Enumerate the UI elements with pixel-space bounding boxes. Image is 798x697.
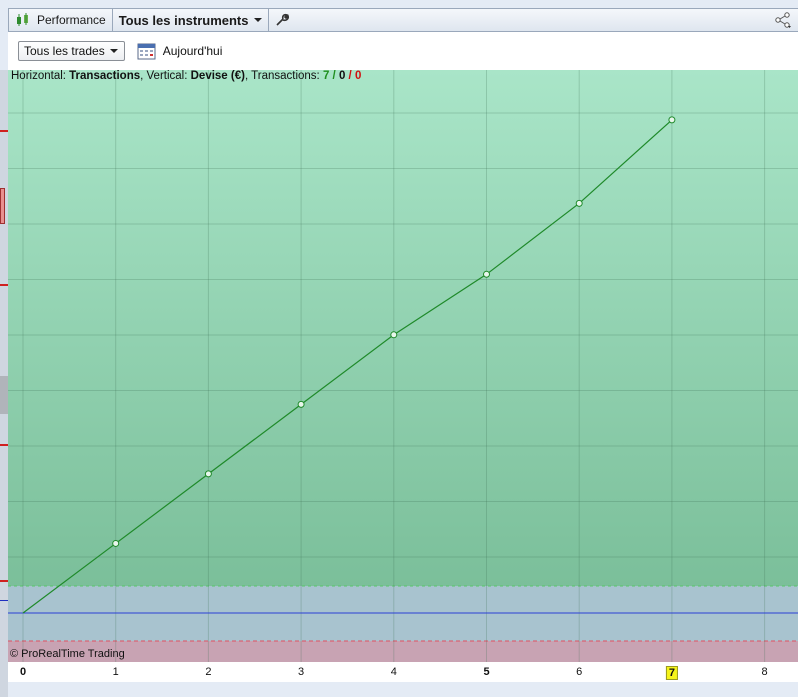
horizontal-prefix: Horizontal: xyxy=(11,70,70,82)
trades-filter-label: Tous les trades xyxy=(24,44,105,58)
chevron-down-icon xyxy=(253,18,262,22)
x-tick-label: 0 xyxy=(19,666,27,678)
data-point[interactable] xyxy=(483,270,490,278)
x-tick-label: 8 xyxy=(761,666,768,678)
red-level-line xyxy=(0,284,8,286)
vertical-value: Devise (€) xyxy=(190,70,245,82)
chart-header: Horizontal: Transactions, Vertical: Devi… xyxy=(11,70,361,82)
candlestick-icon xyxy=(17,13,28,26)
x-axis: 0 1 2 3 4 5 6 7 8 xyxy=(8,662,798,682)
data-point[interactable] xyxy=(204,470,212,478)
red-level-line xyxy=(0,580,8,582)
transactions-prefix: , Transactions: xyxy=(244,70,323,82)
separator: / xyxy=(329,70,339,82)
vertical-prefix: , Vertical: xyxy=(140,70,191,82)
horizontal-value: Transactions xyxy=(69,70,141,82)
transactions-count-loss: 0 xyxy=(354,70,362,82)
x-tick-label: 4 xyxy=(390,666,397,678)
x-tick-label: 2 xyxy=(205,666,212,678)
red-level-line xyxy=(0,130,8,132)
data-point[interactable] xyxy=(297,400,305,408)
x-tick-label: 1 xyxy=(112,666,119,678)
data-point[interactable] xyxy=(112,539,120,547)
today-label: Aujourd'hui xyxy=(162,44,223,58)
x-tick-label: 3 xyxy=(298,666,305,678)
equity-chart: Horizontal: Transactions, Vertical: Devi… xyxy=(8,70,798,662)
x-tick-label: 6 xyxy=(576,666,583,678)
settings-button[interactable] xyxy=(269,9,295,31)
loss-zone xyxy=(8,641,798,662)
top-toolbar: Performance Tous les instruments xyxy=(8,8,798,32)
performance-tab[interactable]: Performance xyxy=(9,9,113,31)
calendar-icon xyxy=(137,43,156,60)
copyright-label: © ProRealTime Trading xyxy=(10,648,125,660)
performance-label: Performance xyxy=(37,13,106,27)
gray-zone xyxy=(0,376,8,414)
instruments-dropdown[interactable]: Tous les instruments xyxy=(113,9,269,31)
today-button[interactable]: Aujourd'hui xyxy=(137,42,223,60)
blue-level-line xyxy=(0,600,8,601)
trades-filter-dropdown[interactable]: Tous les trades xyxy=(18,41,125,61)
candlestick xyxy=(0,188,5,224)
chevron-down-icon xyxy=(109,49,118,53)
x-tick-label: 7 xyxy=(665,666,678,680)
data-point[interactable] xyxy=(668,116,676,124)
data-point[interactable] xyxy=(575,199,583,207)
wrench-icon xyxy=(275,13,289,26)
share-icon xyxy=(775,12,791,28)
x-tick-label: 5 xyxy=(483,666,490,678)
red-level-line xyxy=(0,444,8,446)
instruments-label: Tous les instruments xyxy=(118,12,249,28)
profit-zone xyxy=(8,70,798,586)
filter-bar: Tous les trades Aujourd'hui xyxy=(8,32,798,70)
data-point[interactable] xyxy=(390,331,398,339)
separator: / xyxy=(345,70,355,82)
equity-chart-svg xyxy=(8,70,798,662)
left-background-chart-strip xyxy=(0,70,8,697)
share-button[interactable] xyxy=(774,12,798,28)
